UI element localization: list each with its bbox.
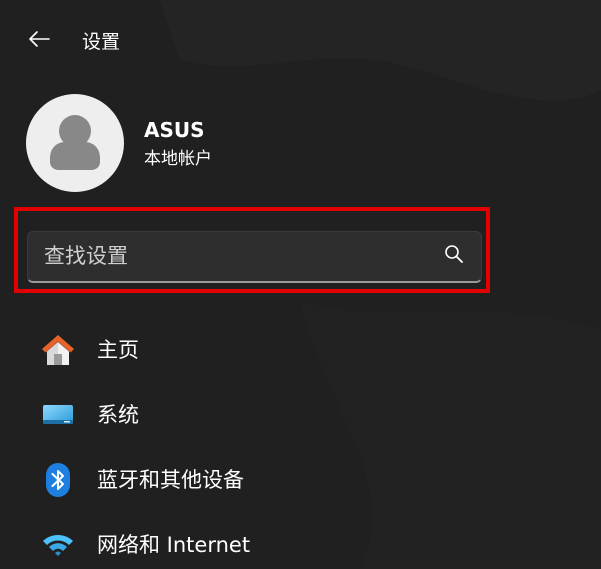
person-icon [50, 115, 100, 170]
nav-item-label: 网络和 Internet [97, 533, 251, 557]
search-button[interactable] [441, 243, 467, 269]
nav-item-label: 蓝牙和其他设备 [97, 468, 244, 492]
search-box[interactable] [27, 231, 482, 283]
back-button[interactable] [20, 26, 58, 56]
nav-item-label: 主页 [97, 338, 139, 362]
page-title: 设置 [82, 31, 121, 53]
wifi-icon [38, 525, 78, 565]
home-icon [38, 330, 78, 370]
avatar[interactable] [26, 94, 124, 192]
nav-item-label: 系统 [97, 403, 139, 427]
account-type: 本地帐户 [144, 149, 212, 169]
arrow-left-icon [28, 30, 50, 52]
display-icon [38, 395, 78, 435]
search-icon [444, 244, 464, 268]
nav-item-home[interactable]: 主页 [30, 322, 490, 378]
account-name: ASUS [144, 118, 205, 142]
nav-item-system[interactable]: 系统 [30, 387, 490, 443]
bluetooth-icon [38, 460, 78, 500]
search-input[interactable] [28, 232, 428, 280]
nav-item-bluetooth[interactable]: 蓝牙和其他设备 [30, 452, 490, 508]
nav-item-network[interactable]: 网络和 Internet [30, 517, 490, 569]
